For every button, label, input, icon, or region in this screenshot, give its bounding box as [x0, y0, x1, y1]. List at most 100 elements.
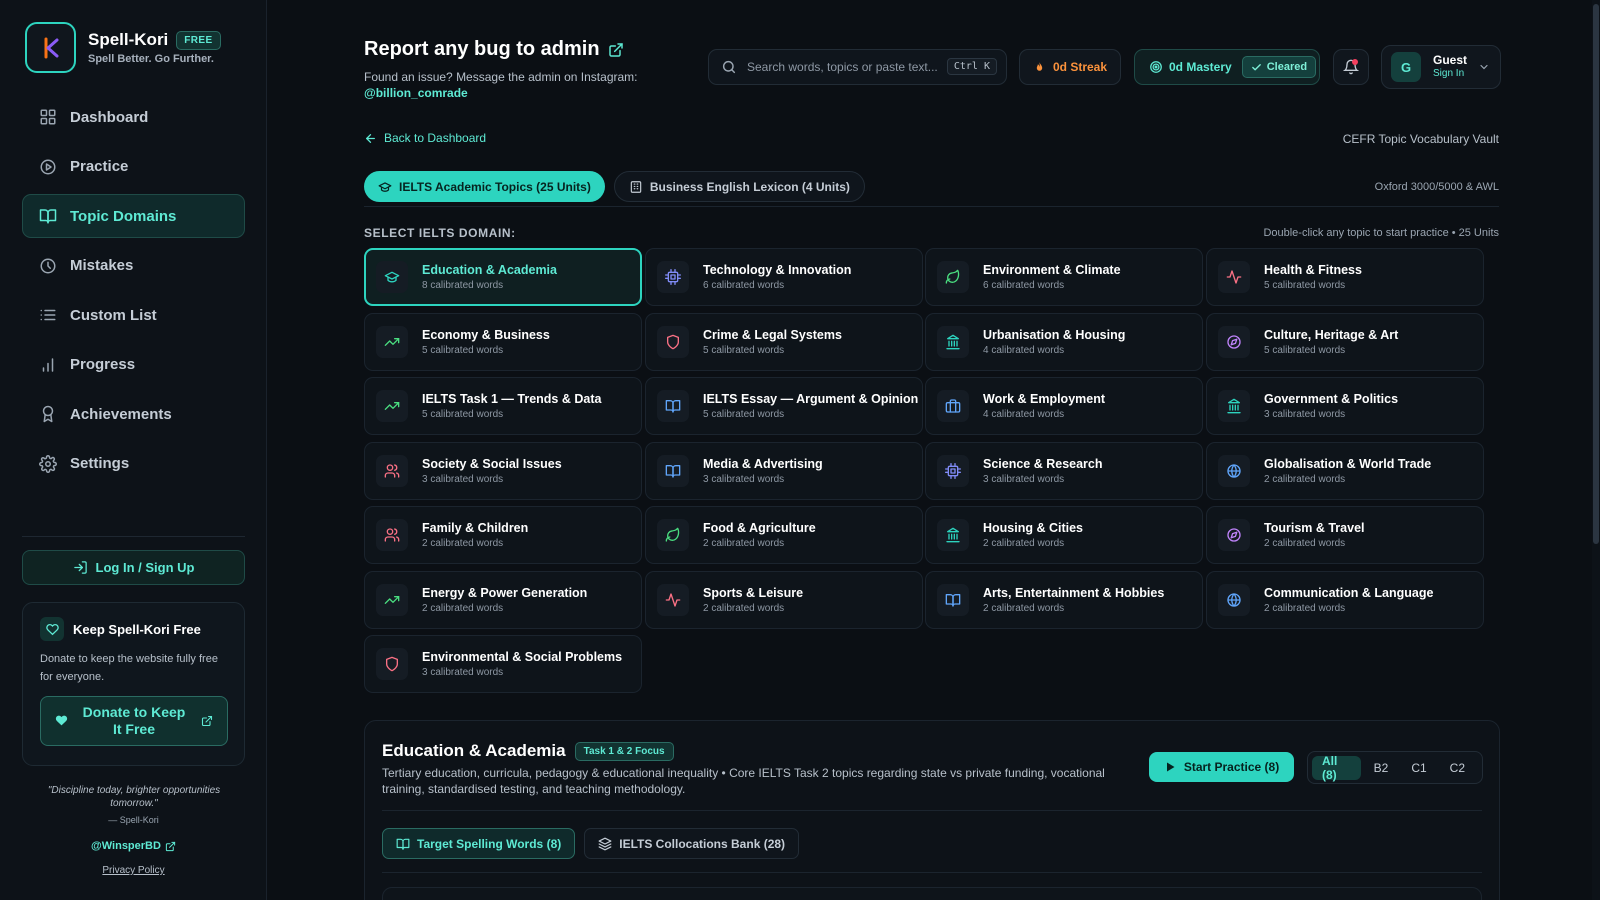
- topic-text: IELTS Task 1 — Trends & Data 5 calibrated…: [422, 392, 601, 420]
- start-practice-button[interactable]: Start Practice (8): [1149, 752, 1294, 782]
- tabs-note: Oxford 3000/5000 & AWL: [1374, 181, 1499, 193]
- topic-card[interactable]: Culture, Heritage & Art 5 calibrated word…: [1206, 313, 1484, 371]
- topic-word-count: 2 calibrated words: [983, 603, 1065, 614]
- topic-word-count: 3 calibrated words: [983, 474, 1065, 485]
- page-scrollbar[interactable]: [1592, 0, 1600, 900]
- topic-card[interactable]: Family & Children 2 calibrated words: [364, 506, 642, 564]
- sidebar-item-label: Progress: [70, 356, 136, 373]
- level-filter-c1[interactable]: C1: [1401, 756, 1436, 780]
- topic-title: Economy & Business: [422, 328, 550, 342]
- donate-button-label: Donate to Keep It Free: [82, 704, 186, 737]
- topic-card[interactable]: Sports & Leisure 2 calibrated words: [645, 571, 923, 629]
- briefcase-icon: [945, 399, 961, 413]
- external-link-icon: [201, 715, 213, 727]
- topic-title: Media & Advertising: [703, 457, 823, 471]
- sidebar-item-label: Settings: [70, 455, 130, 472]
- subtab-target-spelling-words-8[interactable]: Target Spelling Words (8): [382, 828, 576, 859]
- topic-card[interactable]: Food & Agriculture 2 calibrated words: [645, 506, 923, 564]
- sidebar-item-label: Practice: [70, 158, 129, 175]
- topic-card[interactable]: Environmental & Social Problems 3 calibra…: [364, 635, 642, 693]
- donate-card: Keep Spell-Kori Free Donate to keep the …: [22, 602, 245, 766]
- sidebar-item-dashboard[interactable]: Dashboard: [22, 95, 245, 139]
- topic-card[interactable]: Arts, Entertainment & Hobbies 2 calibrate…: [925, 571, 1203, 629]
- sidebar-item-topic-domains[interactable]: Topic Domains: [22, 194, 245, 238]
- topic-text: Economy & Business 5 calibrated words: [422, 328, 550, 356]
- search-shortcut: Ctrl K: [946, 58, 997, 75]
- donate-button[interactable]: Donate to Keep It Free: [40, 696, 228, 746]
- topic-text: Work & Employment 4 calibrated words: [983, 392, 1105, 420]
- streak-badge[interactable]: 0d Streak: [1019, 49, 1121, 85]
- topic-card[interactable]: IELTS Essay — Argument & Opinion 5 calibr…: [645, 377, 923, 435]
- avatar: G: [1391, 52, 1421, 82]
- award-icon: [42, 405, 54, 423]
- login-signup-button[interactable]: Log In / Sign Up: [22, 550, 245, 585]
- topic-card[interactable]: Economy & Business 5 calibrated words: [364, 313, 642, 371]
- subtab-ielts-collocations-bank-28[interactable]: IELTS Collocations Bank (28): [584, 828, 800, 859]
- topic-word-count: 5 calibrated words: [422, 409, 504, 420]
- topic-word-count: 6 calibrated words: [983, 280, 1065, 291]
- topic-card[interactable]: Media & Advertising 3 calibrated words: [645, 442, 923, 500]
- sidebar-item-mistakes[interactable]: Mistakes: [22, 244, 245, 288]
- topic-word-count: 2 calibrated words: [1264, 538, 1346, 549]
- level-filter-c2[interactable]: C2: [1440, 756, 1475, 780]
- search-bar[interactable]: Ctrl K: [708, 49, 1007, 85]
- topic-card[interactable]: Government & Politics 3 calibrated words: [1206, 377, 1484, 435]
- topic-card[interactable]: Tourism & Travel 2 calibrated words: [1206, 506, 1484, 564]
- topic-text: Housing & Cities 2 calibrated words: [983, 521, 1083, 549]
- social-handle-link[interactable]: @WinsperBD: [22, 840, 245, 852]
- topic-title: Family & Children: [422, 521, 529, 535]
- topic-card[interactable]: Work & Employment 4 calibrated words: [925, 377, 1203, 435]
- privacy-policy-link[interactable]: Privacy Policy: [22, 865, 245, 876]
- user-menu[interactable]: G Guest Sign In: [1381, 45, 1501, 89]
- level-filter-b2[interactable]: B2: [1364, 756, 1399, 780]
- topic-card[interactable]: Science & Research 3 calibrated words: [925, 442, 1203, 500]
- external-link-icon[interactable]: [608, 42, 624, 58]
- shield-icon: [667, 334, 679, 350]
- brand-name: Spell-Kori: [88, 30, 169, 49]
- back-to-dashboard-link[interactable]: Back to Dashboard: [364, 131, 486, 145]
- activity-icon: [1226, 270, 1242, 284]
- topic-card[interactable]: IELTS Task 1 — Trends & Data 5 calibrated…: [364, 377, 642, 435]
- brand[interactable]: Spell-Kori FREE Spell Better. Go Further…: [25, 22, 221, 73]
- topic-card[interactable]: Urbanisation & Housing 4 calibrated words: [925, 313, 1203, 371]
- topic-word-count: 4 calibrated words: [983, 345, 1065, 356]
- topic-card[interactable]: Environment & Climate 6 calibrated words: [925, 248, 1203, 306]
- topic-icon-box: [937, 390, 969, 422]
- topic-text: Environment & Climate 6 calibrated words: [983, 263, 1121, 291]
- topic-card[interactable]: Housing & Cities 2 calibrated words: [925, 506, 1203, 564]
- topic-card[interactable]: Education & Academia 8 calibrated words: [364, 248, 642, 306]
- mastery-badge[interactable]: 0d Mastery Cleared: [1134, 49, 1320, 85]
- play-circle-icon: [40, 159, 56, 174]
- detail-divider: [382, 810, 1482, 811]
- sidebar-item-progress[interactable]: Progress: [22, 343, 245, 387]
- topic-card[interactable]: Energy & Power Generation 2 calibrated wo…: [364, 571, 642, 629]
- level-filter-all-8[interactable]: All (8): [1312, 754, 1361, 782]
- topic-card[interactable]: Technology & Innovation 6 calibrated word…: [645, 248, 923, 306]
- topic-word-count: 5 calibrated words: [703, 345, 785, 356]
- sign-in-link[interactable]: Sign In: [1433, 67, 1467, 80]
- tab-ielts-academic-topics-25-units[interactable]: IELTS Academic Topics (25 Units): [364, 171, 605, 202]
- tab-business-english-lexicon-4-uni[interactable]: Business English Lexicon (4 Units): [613, 171, 865, 202]
- topic-card[interactable]: Crime & Legal Systems 5 calibrated words: [645, 313, 923, 371]
- topic-card[interactable]: Communication & Language 2 calibrated wor…: [1206, 571, 1484, 629]
- vault-title: CEFR Topic Vocabulary Vault: [1342, 132, 1499, 146]
- book-open-icon: [39, 209, 57, 224]
- sidebar-item-achievements[interactable]: Achievements: [22, 392, 245, 436]
- notifications-button[interactable]: [1333, 49, 1369, 85]
- leaf-icon: [945, 269, 960, 284]
- instagram-handle-link[interactable]: @billion_comrade: [364, 86, 468, 100]
- globe-icon: [1227, 593, 1241, 607]
- topic-card[interactable]: Health & Fitness 5 calibrated words: [1206, 248, 1484, 306]
- sidebar-item-practice[interactable]: Practice: [22, 145, 245, 189]
- scrollbar-thumb[interactable]: [1593, 4, 1599, 544]
- chevron-down-icon: [1480, 64, 1488, 70]
- search-input[interactable]: [747, 60, 937, 74]
- building-icon: [630, 180, 642, 193]
- sidebar-item-custom-list[interactable]: Custom List: [22, 293, 245, 337]
- topic-card[interactable]: Society & Social Issues 3 calibrated word…: [364, 442, 642, 500]
- layers-icon: [598, 837, 612, 850]
- gear-icon: [39, 454, 57, 473]
- topic-card[interactable]: Globalisation & World Trade 2 calibrated …: [1206, 442, 1484, 500]
- topic-icon-box: [1218, 326, 1250, 358]
- sidebar-item-settings[interactable]: Settings: [22, 442, 245, 486]
